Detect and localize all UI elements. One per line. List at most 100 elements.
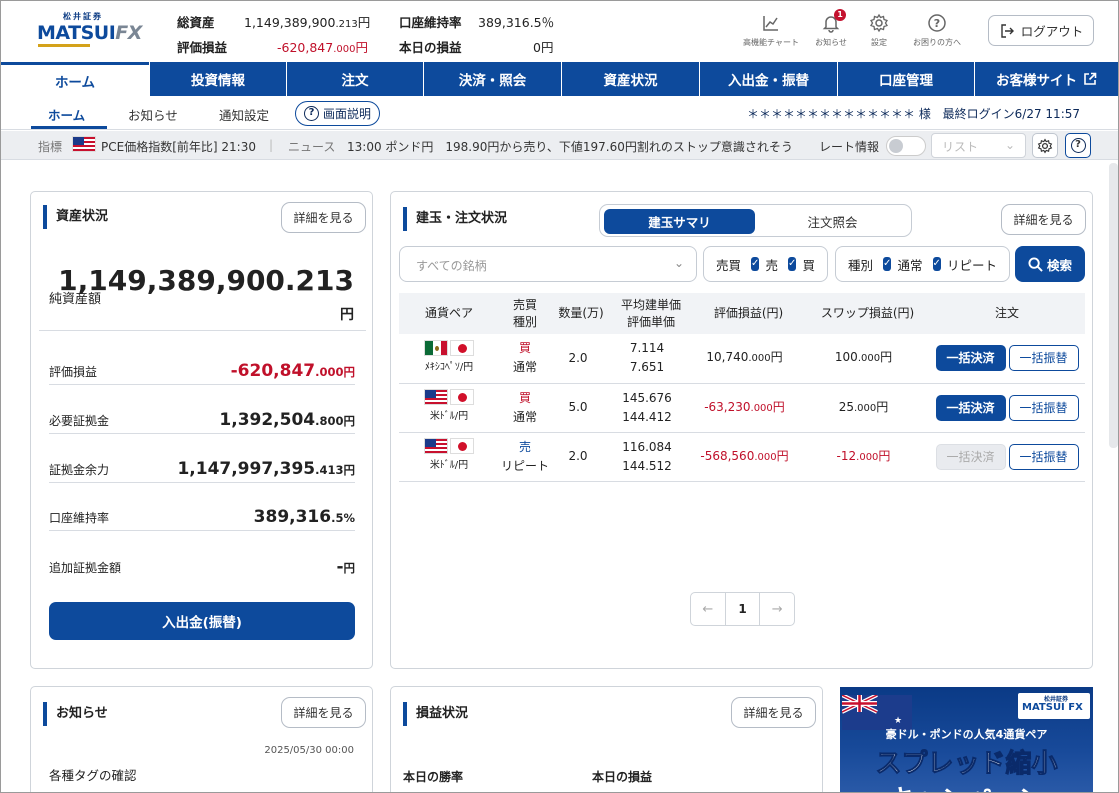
bulk-switch-button[interactable]: 一括振替 xyxy=(1008,443,1079,470)
logo-subtext: 松井証券 xyxy=(63,12,103,21)
japan-flag-icon xyxy=(450,339,474,356)
logo-text: MATSUIFX xyxy=(37,22,142,44)
nav-assets[interactable]: 資産状況 xyxy=(561,62,699,96)
subnav-home[interactable]: ホーム xyxy=(48,105,85,124)
search-button[interactable]: 検索 xyxy=(1015,246,1085,282)
bulk-close-button-disabled: 一括決済 xyxy=(935,443,1006,470)
bulk-close-button[interactable]: 一括決済 xyxy=(935,394,1006,421)
side-filter: 売買 ✓ 売 ✓ 買 xyxy=(703,246,828,282)
search-icon xyxy=(1028,256,1043,272)
asset-row-label: 評価損益 xyxy=(49,365,98,379)
deposit-transfer-button[interactable]: 入出金(振替) xyxy=(49,602,355,640)
asset-row-label: 証拠金余力 xyxy=(49,463,110,477)
banner-logo: 松井証券 MATSUI FX xyxy=(1018,693,1090,719)
tab-order-inquiry[interactable]: 注文照会 xyxy=(757,209,908,234)
col-side: 売買 種別 xyxy=(499,293,551,334)
today-pl-value: 0円 xyxy=(533,40,554,55)
asset-row-value: 389,316.5% xyxy=(253,507,355,527)
asset-row-value: -円 xyxy=(336,557,355,577)
chevron-down-icon: ⌄ xyxy=(673,256,684,270)
bulk-switch-button[interactable]: 一括振替 xyxy=(1008,394,1079,421)
nav-account[interactable]: 口座管理 xyxy=(837,62,974,96)
nav-home[interactable]: ホーム xyxy=(1,62,149,96)
col-swap: スワップ損益(円) xyxy=(806,293,929,334)
prev-page-button[interactable]: ← xyxy=(691,593,725,625)
current-page[interactable]: 1 xyxy=(724,593,761,625)
checkbox-repeat[interactable]: ✓ xyxy=(932,257,941,271)
pair-name: 米ﾄﾞﾙ/円 xyxy=(429,460,469,471)
news-item[interactable]: 各種タグの確認 xyxy=(49,765,137,784)
svg-text:★: ★ xyxy=(894,716,902,726)
ticker-help-button[interactable]: ? xyxy=(1065,133,1091,158)
campaign-banner[interactable]: ★ 松井証券 MATSUI FX 豪ドル・ポンドの人気4通貨ペア スプレッド縮小… xyxy=(840,687,1093,792)
asset-status-title: 資産状況 xyxy=(43,205,108,229)
side-cell: 売リピート xyxy=(499,432,551,482)
news-detail-button[interactable]: 詳細を見る xyxy=(281,697,366,728)
last-login: 最終ログイン6/27 11:57 xyxy=(942,107,1081,121)
table-row[interactable]: 米ﾄﾞﾙ/円 売リピート 2.0 116.084 144.512 -568,560… xyxy=(399,432,1085,482)
pl-cell: -568,560.000円 xyxy=(691,432,806,482)
table-row[interactable]: 米ﾄﾞﾙ/円 買通常 5.0 145.676 144.412 -63,230.00… xyxy=(399,383,1085,433)
positions-card: 建玉・注文状況 建玉サマリ 注文照会 詳細を見る すべての銘柄 ⌄ 売買 ✓ 売 … xyxy=(390,191,1093,669)
table-row[interactable]: ﾒｷｼｺﾍﾟｿ/円 買通常 2.0 7.114 7.651 10,740.000円… xyxy=(399,334,1085,384)
asset-row-maintenance-ratio: 口座維持率 389,316.5% xyxy=(49,503,355,531)
rate-info-toggle[interactable] xyxy=(886,136,926,156)
list-select-label: リスト xyxy=(942,140,979,154)
unrealized-pl-label: 評価損益 xyxy=(177,40,228,55)
symbol-select[interactable]: すべての銘柄 ⌄ xyxy=(399,246,697,282)
news-headline[interactable]: 13:00 ポンド円 198.90円から売り、下値197.60円割れのストップ意… xyxy=(347,138,793,155)
logout-button[interactable]: ログアウト xyxy=(988,15,1094,46)
pair-name: ﾒｷｼｺﾍﾟｿ/円 xyxy=(424,361,474,373)
australia-flag-icon: ★ xyxy=(842,695,912,730)
bulk-close-button[interactable]: 一括決済 xyxy=(935,345,1006,372)
nav-deposit-transfer[interactable]: 入出金・振替 xyxy=(699,62,837,96)
order-cell: 一括決済 一括振替 xyxy=(929,383,1085,433)
tab-position-summary[interactable]: 建玉サマリ xyxy=(604,209,755,234)
ticker-settings-button[interactable] xyxy=(1032,133,1058,158)
checkbox-normal[interactable]: ✓ xyxy=(883,257,892,271)
asset-row-value: 1,147,997,395.413円 xyxy=(177,459,355,479)
matsui-fx-logo[interactable]: 松井証券 MATSUIFX xyxy=(37,11,142,49)
logout-label: ログアウト xyxy=(1020,24,1084,39)
repeat-label: リピート xyxy=(946,257,997,273)
qty-cell: 2.0 xyxy=(551,432,611,482)
positions-tab-switch: 建玉サマリ 注文照会 xyxy=(599,204,912,237)
header: 松井証券 MATSUIFX 総資産 1,149,389,900.213円 評価損… xyxy=(1,1,1118,62)
screen-help-button[interactable]: ? 画面説明 xyxy=(295,101,380,126)
chevron-down-icon: ⌄ xyxy=(1004,138,1015,152)
pl-detail-button[interactable]: 詳細を見る xyxy=(731,697,816,728)
col-order: 注文 xyxy=(929,293,1085,334)
gear-icon xyxy=(1037,138,1053,153)
nav-customer-site-label: お客様サイト xyxy=(996,73,1077,89)
app-window: 松井証券 MATSUIFX 総資産 1,149,389,900.213円 評価損… xyxy=(0,0,1119,793)
bulk-switch-button[interactable]: 一括振替 xyxy=(1008,345,1079,372)
asset-detail-button[interactable]: 詳細を見る xyxy=(281,202,366,233)
svg-text:?: ? xyxy=(934,17,940,30)
next-page-button[interactable]: → xyxy=(760,593,794,625)
nav-settlement[interactable]: 決済・照会 xyxy=(423,62,561,96)
swap-cell: -12.000円 xyxy=(806,432,929,482)
qty-cell: 2.0 xyxy=(551,334,611,384)
list-select[interactable]: リスト ⌄ xyxy=(931,133,1026,158)
subnav-notify-settings[interactable]: 通知設定 xyxy=(219,105,269,124)
nav-customer-site[interactable]: お客様サイト xyxy=(974,62,1118,96)
win-rate-label: 本日の勝率 xyxy=(403,770,464,784)
checkbox-sell[interactable]: ✓ xyxy=(751,257,760,271)
news-date: 2025/05/30 00:00 xyxy=(264,745,354,756)
checkbox-buy[interactable]: ✓ xyxy=(788,257,797,271)
asset-row-required-margin: 必要証拠金 1,392,504.800円 xyxy=(49,406,355,434)
today-pl-label-card: 本日の損益 xyxy=(592,770,653,784)
chart-icon xyxy=(761,13,781,33)
nav-order[interactable]: 注文 xyxy=(286,62,423,96)
net-assets-unit: 円 xyxy=(340,307,354,323)
asset-row-label: 口座維持率 xyxy=(49,511,110,525)
indicator-text[interactable]: PCE価格指数[前年比] 21:30 xyxy=(101,138,256,155)
nav-investment-info[interactable]: 投資情報 xyxy=(149,62,286,96)
buy-label: 買 xyxy=(802,257,815,273)
pair-name: 米ﾄﾞﾙ/円 xyxy=(429,411,469,422)
positions-detail-button[interactable]: 詳細を見る xyxy=(1001,204,1086,235)
help-shortcut[interactable]: ? お困りの方へ xyxy=(902,13,972,48)
page-scrollbar[interactable] xyxy=(1109,163,1118,448)
us-flag-icon xyxy=(424,438,448,454)
subnav-news[interactable]: お知らせ xyxy=(128,105,178,124)
